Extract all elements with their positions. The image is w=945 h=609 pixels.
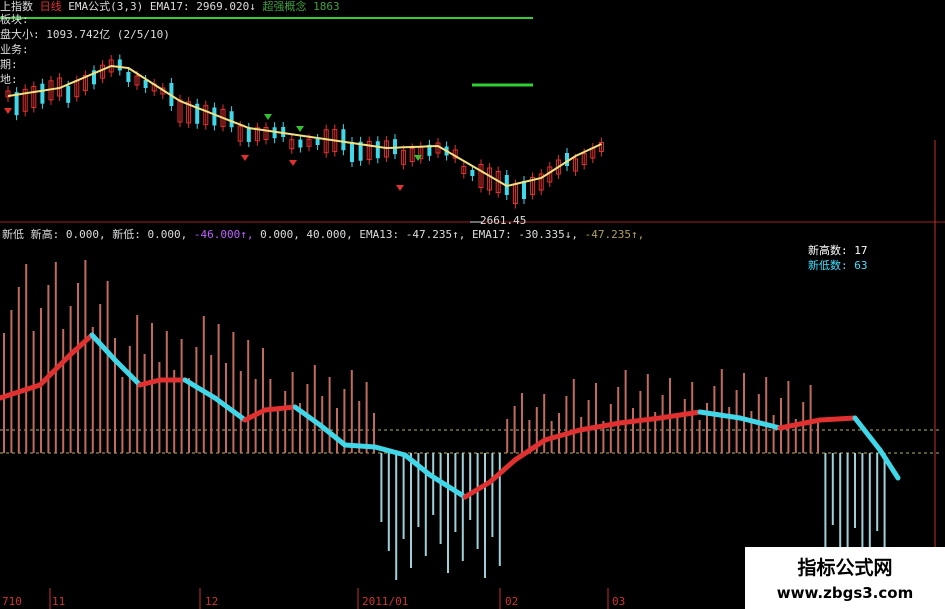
ind-part-3: -46.000↑, [187, 228, 254, 241]
concept-value: 1863 [313, 0, 340, 13]
signal-arrow-3 [396, 185, 404, 191]
ind-part-5: EMA13: -47.235↑, [352, 228, 466, 241]
watermark-logo: 指标公式网 www.zbgs3.com [745, 547, 945, 609]
indicator-values: 新低 新高: 0.000, 新低: 0.000, -46.000↑, 0.000… [2, 228, 644, 242]
indicator-curve-seg-26 [777, 417, 823, 431]
candle-body-28 [246, 128, 251, 142]
ind-part-1: 新高: 0.000, [24, 228, 106, 241]
indicator-curve-seg-3 [89, 332, 118, 363]
candle-body-13 [117, 59, 122, 71]
candle-body-26 [229, 111, 234, 128]
signal-arrow-2 [289, 160, 297, 166]
candle-body-16 [143, 80, 148, 88]
indicator-curve-seg-21 [577, 420, 623, 433]
candle-body-36 [315, 139, 320, 145]
signal-arrow-1 [241, 155, 249, 161]
signal-arrow-0 [4, 108, 12, 114]
ind-part-4: 0.000, 40.000, [253, 228, 353, 241]
ind-part-6: EMA17: -30.335↓, [465, 228, 578, 241]
chart-grid [0, 17, 945, 609]
indicator-curve-seg-27 [817, 415, 858, 423]
indicator-curve-seg-10 [262, 404, 298, 413]
chart-header: 上指数 日线 EMA公式(3,3) EMA17: 2969.020↓ 超强概念 … [0, 0, 340, 14]
new-high-count: 新高数: 17 [808, 244, 868, 257]
candle-body-40 [350, 142, 354, 162]
signal-arrow-5 [296, 126, 304, 132]
watermark-url: www.zbgs3.com [776, 584, 914, 602]
indicator-curve-seg-29 [877, 447, 901, 481]
date-label-5: 03 [612, 595, 626, 608]
candle-body-14 [126, 72, 131, 82]
date-label-0: 710 [2, 595, 22, 608]
index-name: 上指数 [0, 0, 33, 13]
info-line-5: 地: [0, 73, 18, 86]
candle-body-43 [375, 141, 380, 159]
info-line-3: 业务: [0, 43, 29, 56]
ema-value: 2969.020↓ [196, 0, 256, 13]
candle-body-34 [298, 139, 303, 148]
candle-body-24 [212, 107, 217, 126]
candle-body-60 [522, 181, 526, 199]
info-line-4: 期: [0, 58, 18, 71]
signal-arrow-4 [264, 114, 272, 120]
indicator-curve-seg-28 [852, 415, 883, 453]
indicator-name[interactable]: EMA公式(3,3) [68, 0, 143, 13]
indicator-curve-seg-23 [657, 409, 703, 421]
candle-body-39 [341, 129, 346, 151]
period-label[interactable]: 日线 [40, 0, 62, 13]
new-low-count: 新低数: 63 [808, 259, 868, 272]
ind-part-7: -47.235↑, [577, 228, 645, 241]
indicator-curve-seg-12 [317, 422, 348, 448]
candle-body-4 [40, 83, 45, 104]
concept-label: 超强概念 [262, 0, 307, 13]
indicator-curve-seg-14 [372, 444, 408, 458]
watermark-title: 指标公式网 [797, 557, 893, 579]
low-price-label: 2661.45 [480, 214, 527, 227]
info-line-1: 板块: [0, 13, 29, 26]
date-label-4: 02 [505, 595, 519, 608]
date-label-3: 2011/01 [362, 595, 409, 608]
date-label-1: 11 [52, 595, 66, 608]
indicator-curve-seg-5 [137, 377, 163, 388]
candle-body-7 [66, 85, 71, 103]
ind-part-0: 新低 [2, 228, 24, 241]
date-label-2: 12 [205, 595, 219, 608]
indicator-curve-seg-13 [342, 442, 378, 450]
indicator-curve-seg-2 [67, 332, 95, 358]
indicator-curve-seg-18 [487, 457, 518, 485]
ema-label: EMA17: [149, 0, 190, 13]
stock-chart [0, 17, 945, 609]
candle-body-54 [470, 170, 475, 176]
info-line-2: 盘大小: 1093.742亿 (2/5/10) [0, 28, 170, 41]
ind-part-2: 新低: 0.000, [105, 228, 188, 241]
